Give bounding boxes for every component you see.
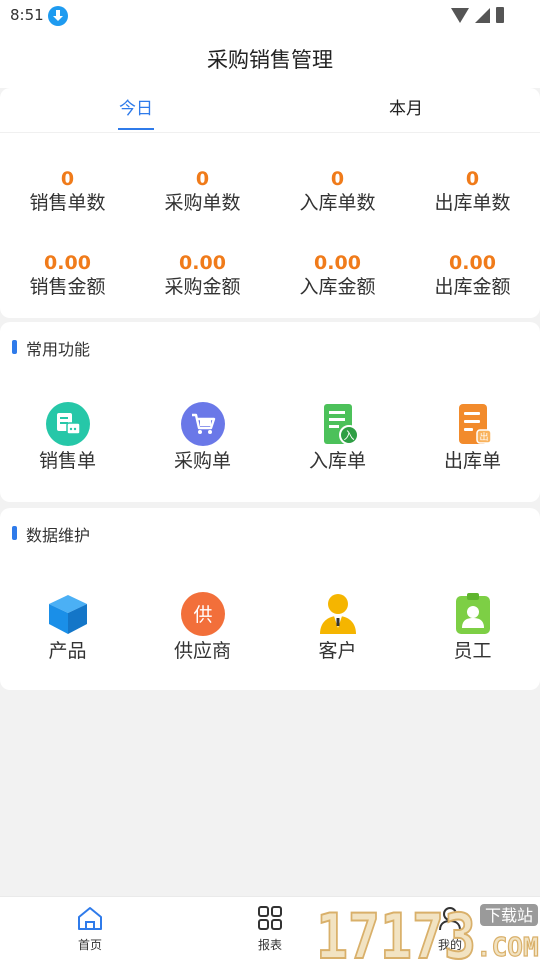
stat-value: 0 [465,168,480,190]
customer-icon [316,592,360,636]
nav-home-label: 首页 [77,938,102,952]
watermark-logo: 17173 下载站 .COM [316,900,539,960]
nav-home[interactable]: 首页 [60,905,120,953]
tab-today[interactable]: 今日 [119,88,153,132]
section-title: 常用功能 [26,340,91,359]
employee-button[interactable]: 员工 [405,592,540,662]
common-functions-section: 常用功能 销售单 采购单 入 入库单 出 出库单 [0,322,540,502]
stat-outbound-count: 0 出库单数 [405,168,540,216]
cart-icon [180,402,225,446]
stat-label: 销售单数 [29,192,106,214]
header: 采购销售管理 [0,32,540,88]
stat-value: 0 [60,168,75,190]
inbound-badge: 入 [343,429,354,442]
section-title: 数据维护 [26,526,91,545]
tab-month[interactable]: 本月 [389,88,423,132]
watermark-sub: 下载站 [485,906,533,925]
data-maintenance-section: 数据维护 产品 供 供应商 客户 员工 [0,508,540,690]
stat-value: 0 [195,168,210,190]
inbound-order-button[interactable]: 入 入库单 [270,402,405,472]
nav-reports[interactable]: 报表 [240,905,300,953]
employee-label: 员工 [453,640,492,662]
stat-label: 出库单数 [434,192,511,214]
sales-order-button[interactable]: 销售单 [0,402,135,472]
stat-value: 0.00 [449,252,496,274]
product-label: 产品 [48,640,87,662]
purchase-order-button[interactable]: 采购单 [135,402,270,472]
stat-outbound-amount: 0.00 出库金额 [405,252,540,300]
outbound-order-button[interactable]: 出 出库单 [405,402,540,472]
tab-indicator [118,128,154,130]
status-time: 8:51 [10,6,44,24]
stat-purchase-amount: 0.00 采购金额 [135,252,270,300]
stat-value: 0.00 [44,252,91,274]
signal-icon [475,7,490,23]
battery-icon [496,7,504,23]
inbound-order-label: 入库单 [308,450,366,472]
customer-button[interactable]: 客户 [270,592,405,662]
supplier-badge: 供 [193,604,212,626]
stat-value: 0 [330,168,345,190]
status-bar: 8:51 [0,0,540,32]
summary-card: 今日 本月 0 销售单数 0 采购单数 0 入库单数 0 出库单数 0.00 销… [0,88,540,318]
stat-value: 0.00 [314,252,361,274]
customer-label: 客户 [318,640,357,662]
outbound-doc-icon: 出 [451,402,495,446]
stat-label: 采购金额 [164,276,241,298]
badge-icon [451,592,495,636]
stat-value: 0.00 [179,252,226,274]
product-button[interactable]: 产品 [0,592,135,662]
sales-order-icon [45,402,90,446]
inbound-doc-icon: 入 [316,402,360,446]
section-marker [12,526,17,540]
stat-label: 销售金额 [29,276,106,298]
download-icon [48,6,68,26]
tab-bar: 今日 本月 [0,88,540,133]
supplier-icon: 供 [180,592,225,636]
outbound-badge: 出 [479,431,488,443]
box-icon [46,592,90,636]
page-title: 采购销售管理 [207,48,333,72]
stat-purchase-count: 0 采购单数 [135,168,270,216]
stat-inbound-amount: 0.00 入库金额 [270,252,405,300]
nav-reports-label: 报表 [257,938,282,952]
sales-order-label: 销售单 [38,450,96,472]
stat-sales-count: 0 销售单数 [0,168,135,216]
stat-label: 采购单数 [164,192,241,214]
purchase-order-label: 采购单 [173,450,231,472]
stat-label: 入库金额 [299,276,376,298]
supplier-label: 供应商 [173,640,231,662]
stat-label: 出库金额 [434,276,511,298]
outbound-order-label: 出库单 [443,450,501,472]
wifi-icon [451,7,469,23]
watermark-dot: .COM [476,933,539,960]
stat-label: 入库单数 [299,192,376,214]
watermark-text: 17173 [316,900,476,960]
grid-icon [258,906,282,930]
section-marker [12,340,17,354]
stat-sales-amount: 0.00 销售金额 [0,252,135,300]
home-icon [78,907,102,930]
stat-inbound-count: 0 入库单数 [270,168,405,216]
supplier-button[interactable]: 供 供应商 [135,592,270,662]
